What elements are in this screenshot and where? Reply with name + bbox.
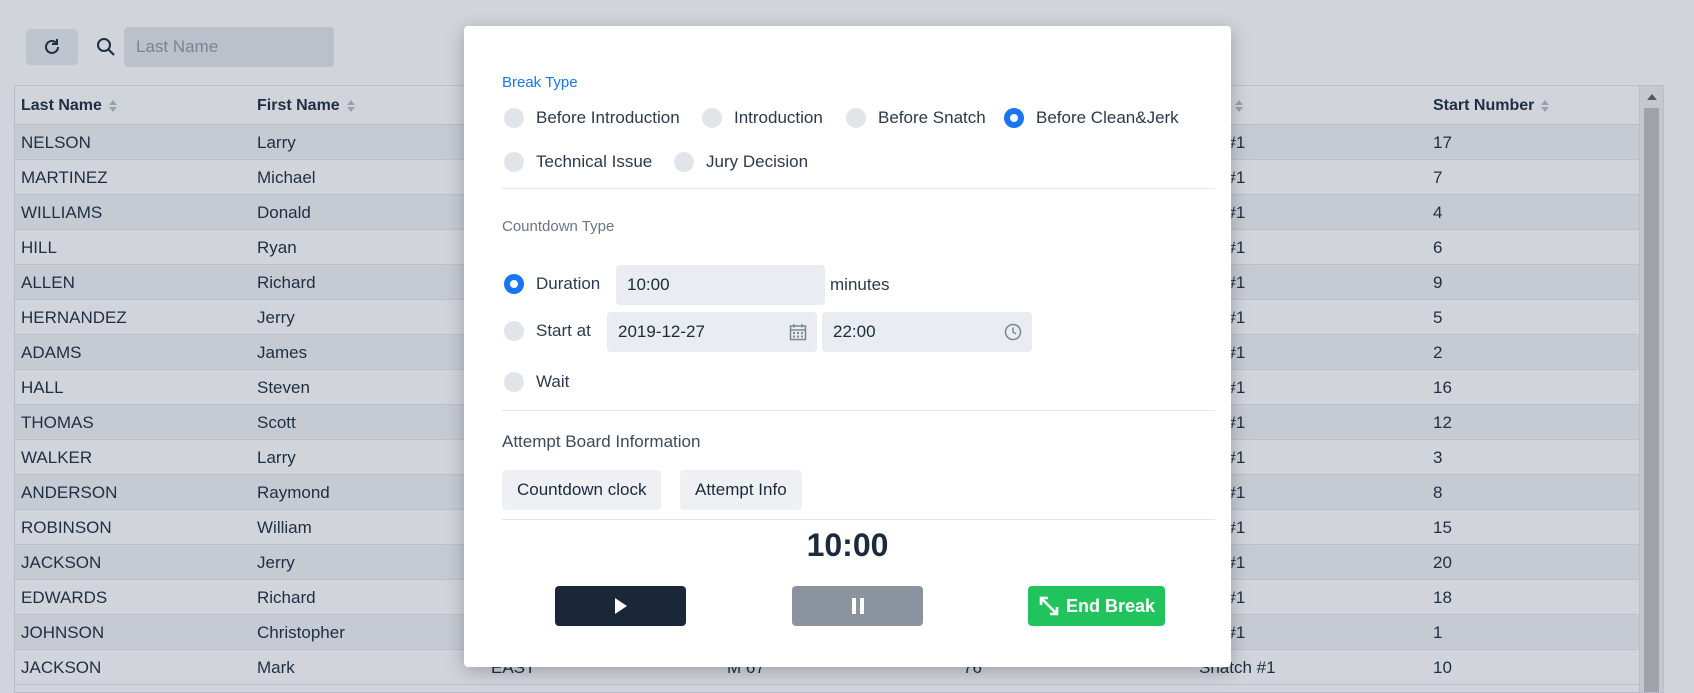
- radio-label: Before Introduction: [536, 108, 680, 127]
- start-time-value: 22:00: [833, 322, 876, 341]
- radio-button[interactable]: [702, 108, 722, 128]
- break-management-dialog: Break Type Before Introduction Introduct…: [464, 26, 1231, 667]
- radio-button[interactable]: [504, 152, 524, 172]
- radio-button[interactable]: [504, 321, 524, 341]
- radio-button[interactable]: [1004, 108, 1024, 128]
- break-type-before-clean-jerk[interactable]: Before Clean&Jerk: [1004, 108, 1179, 128]
- pause-icon: [851, 598, 864, 614]
- break-type-jury-decision[interactable]: Jury Decision: [674, 152, 808, 172]
- divider: [502, 410, 1215, 411]
- radio-button[interactable]: [674, 152, 694, 172]
- attempt-info-button[interactable]: Attempt Info: [680, 470, 802, 510]
- radio-label: Before Snatch: [878, 108, 986, 127]
- start-date-value: 2019-12-27: [618, 322, 705, 341]
- radio-label: Before Clean&Jerk: [1036, 108, 1179, 127]
- radio-label: Wait: [536, 372, 570, 391]
- start-date-field[interactable]: 2019-12-27: [607, 312, 817, 352]
- clock-icon[interactable]: [1004, 323, 1022, 341]
- pause-timer-button[interactable]: [792, 586, 923, 626]
- start-time-field[interactable]: 22:00: [822, 312, 1032, 352]
- duration-unit: minutes: [830, 275, 890, 294]
- countdown-type-wait[interactable]: Wait: [504, 372, 569, 392]
- radio-button[interactable]: [504, 108, 524, 128]
- end-break-label: End Break: [1065, 595, 1156, 616]
- break-type-before-snatch[interactable]: Before Snatch: [846, 108, 986, 128]
- play-icon: [614, 598, 627, 614]
- break-type-introduction[interactable]: Introduction: [702, 108, 823, 128]
- break-type-label: Break Type: [502, 74, 578, 91]
- expand-arrows-icon: [1039, 596, 1059, 616]
- start-timer-button[interactable]: [555, 586, 686, 626]
- divider: [502, 188, 1215, 189]
- attempt-board-info-label: Attempt Board Information: [502, 432, 701, 451]
- break-type-before-introduction[interactable]: Before Introduction: [504, 108, 680, 128]
- end-break-button[interactable]: End Break: [1028, 586, 1165, 626]
- countdown-type-start-at[interactable]: Start at: [504, 321, 591, 341]
- break-timer-display: 10:00: [806, 527, 889, 563]
- duration-field[interactable]: 10:00: [616, 265, 825, 305]
- radio-label: Start at: [536, 321, 591, 340]
- radio-label: Technical Issue: [536, 152, 653, 171]
- radio-label: Introduction: [734, 108, 823, 127]
- radio-button[interactable]: [504, 274, 524, 294]
- radio-label: Jury Decision: [706, 152, 809, 171]
- countdown-type-duration[interactable]: Duration: [504, 274, 600, 294]
- countdown-clock-button[interactable]: Countdown clock: [502, 470, 662, 510]
- countdown-type-label: Countdown Type: [502, 218, 615, 235]
- break-type-technical-issue[interactable]: Technical Issue: [504, 152, 652, 172]
- radio-label: Duration: [536, 274, 601, 293]
- calendar-icon[interactable]: [789, 323, 807, 341]
- divider: [502, 519, 1215, 520]
- radio-button[interactable]: [504, 372, 524, 392]
- duration-value: 10:00: [627, 275, 670, 294]
- radio-button[interactable]: [846, 108, 866, 128]
